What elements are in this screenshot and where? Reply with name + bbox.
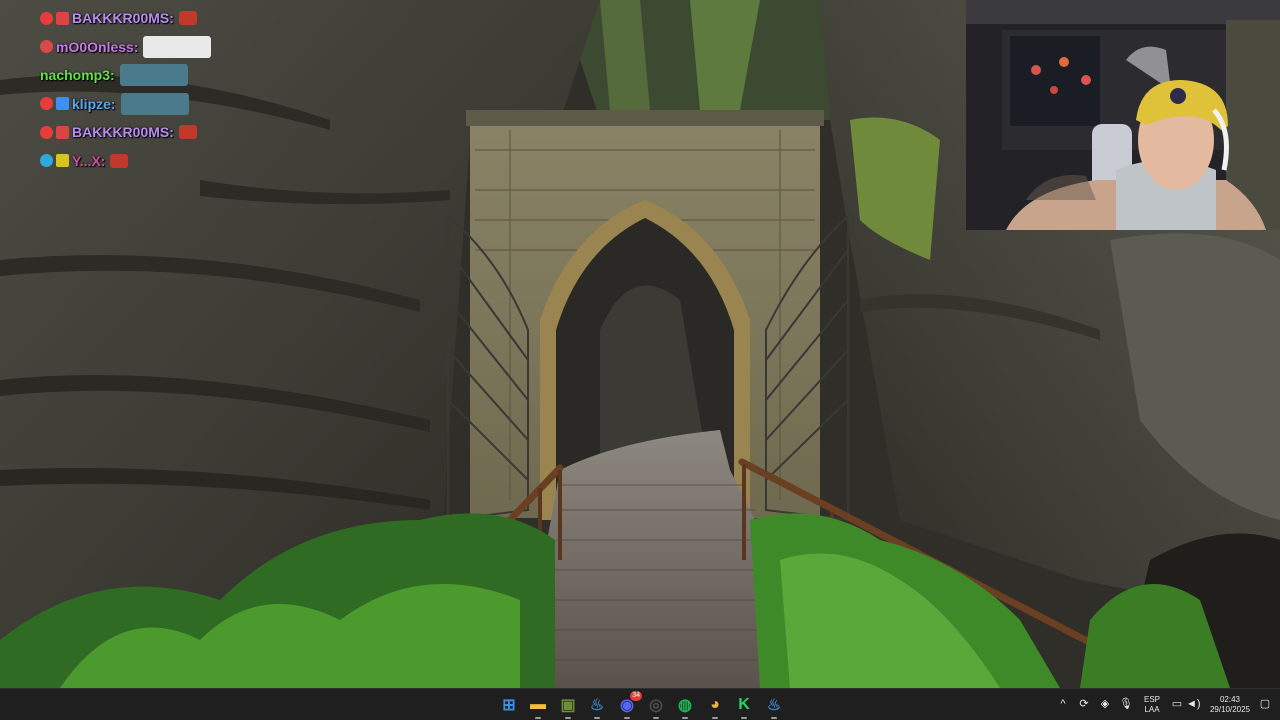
chat-emote-icon bbox=[110, 153, 129, 168]
chat-badge-icon bbox=[40, 40, 53, 54]
chat-badge-icon bbox=[40, 97, 53, 111]
chat-badge-icon bbox=[40, 154, 53, 168]
discord-notification-badge: 34 bbox=[630, 691, 642, 701]
chrome-icon[interactable]: ◕ bbox=[702, 693, 728, 719]
chat-badge-icon bbox=[56, 125, 69, 139]
notifications-bell-icon[interactable]: ▢ bbox=[1258, 697, 1272, 711]
chat-badge-icon bbox=[40, 125, 53, 139]
spotify-icon[interactable]: ◍ bbox=[672, 693, 698, 719]
running-indicator bbox=[565, 717, 571, 719]
running-indicator bbox=[771, 717, 777, 719]
chat-emote-icon bbox=[143, 35, 212, 58]
chat-emote-icon bbox=[178, 125, 197, 140]
file-explorer-icon[interactable]: ▬ bbox=[525, 693, 551, 719]
chat-badge-icon bbox=[56, 11, 69, 25]
running-indicator bbox=[594, 717, 600, 719]
chat-emote-icon bbox=[119, 64, 188, 87]
running-indicator bbox=[624, 717, 630, 719]
volume-icon[interactable]: ◄) bbox=[1186, 697, 1201, 711]
chat-badge-icon bbox=[40, 11, 53, 25]
language-indicator[interactable]: ESP LAA bbox=[1140, 695, 1164, 715]
running-indicator bbox=[535, 717, 541, 719]
discord-icon[interactable]: ◉ 34 bbox=[614, 691, 642, 719]
chat-username: mO0Onless: bbox=[56, 38, 139, 55]
start-button-glyph: ⊞ bbox=[502, 697, 516, 714]
onedrive-sync-icon[interactable]: ⟳ bbox=[1077, 697, 1091, 711]
steam-icon[interactable]: ♨ bbox=[584, 693, 610, 719]
start-button[interactable]: ⊞ bbox=[496, 693, 522, 717]
chat-username: BAKKKR00MS: bbox=[72, 10, 174, 27]
clock[interactable]: 02:43 29/10/2025 bbox=[1202, 695, 1258, 715]
chat-badge-icon bbox=[56, 154, 69, 168]
chat-username: klipze: bbox=[72, 95, 116, 112]
clock-date: 29/10/2025 bbox=[1209, 705, 1251, 714]
file-explorer-icon-glyph: ▬ bbox=[530, 696, 546, 713]
chat-badge-icon bbox=[56, 97, 69, 111]
chat-message: BAKKKR00MS: bbox=[40, 118, 300, 147]
game-launcher-icon-glyph: ▣ bbox=[560, 697, 576, 714]
clock-time: 02:43 bbox=[1219, 695, 1241, 704]
chat-username: Y...X: bbox=[72, 152, 106, 169]
game-launcher-icon[interactable]: ▣ bbox=[555, 693, 581, 719]
security-shield-icon[interactable]: ◈ bbox=[1098, 697, 1112, 711]
taskbar: ⊞ ▬ ▣ ♨ ◉ 34 ◎ ◍ ◕ K ♨ ^ ⟳ ◈ 🎙 ESP LAA ▭ ◄) 02:43 … bbox=[0, 688, 1280, 720]
stream-chat-overlay: BAKKKR00MS: mO0Onless: nachomp3: klipze: BAK… bbox=[40, 4, 300, 175]
chat-username: nachomp3: bbox=[40, 67, 115, 84]
running-indicator bbox=[741, 717, 747, 719]
steam-icon-2[interactable]: ♨ bbox=[761, 693, 787, 719]
kick-icon-glyph: K bbox=[738, 696, 750, 713]
running-indicator bbox=[653, 717, 659, 719]
chat-message: mO0Onless: bbox=[40, 33, 300, 62]
chat-username: BAKKKR00MS: bbox=[72, 124, 174, 141]
steam-icon-2-glyph: ♨ bbox=[766, 697, 782, 714]
steam-icon-glyph: ♨ bbox=[589, 697, 605, 714]
obs-icon[interactable]: ◎ bbox=[643, 693, 669, 719]
chat-emote-icon bbox=[178, 11, 197, 26]
webcam-video-frame bbox=[966, 0, 1280, 230]
chrome-icon-glyph: ◕ bbox=[710, 696, 720, 713]
chat-message: nachomp3: bbox=[40, 61, 300, 90]
language-top-label: ESP bbox=[1143, 695, 1160, 704]
spotify-icon-glyph: ◍ bbox=[678, 697, 692, 714]
chat-emote-icon bbox=[120, 92, 189, 115]
microphone-icon[interactable]: 🎙 bbox=[1119, 697, 1133, 711]
chat-message: Y...X: bbox=[40, 147, 300, 176]
running-indicator bbox=[712, 717, 718, 719]
obs-icon-glyph: ◎ bbox=[649, 697, 663, 714]
language-bottom-label: LAA bbox=[1144, 705, 1160, 714]
webcam-overlay bbox=[966, 0, 1280, 230]
kick-icon[interactable]: K bbox=[731, 693, 757, 719]
chat-message: klipze: bbox=[40, 90, 300, 119]
show-hidden-icons-chevron-icon[interactable]: ^ bbox=[1056, 697, 1070, 711]
network-icon[interactable]: ▭ bbox=[1170, 697, 1184, 711]
chat-message: BAKKKR00MS: bbox=[40, 4, 300, 33]
running-indicator bbox=[682, 717, 688, 719]
